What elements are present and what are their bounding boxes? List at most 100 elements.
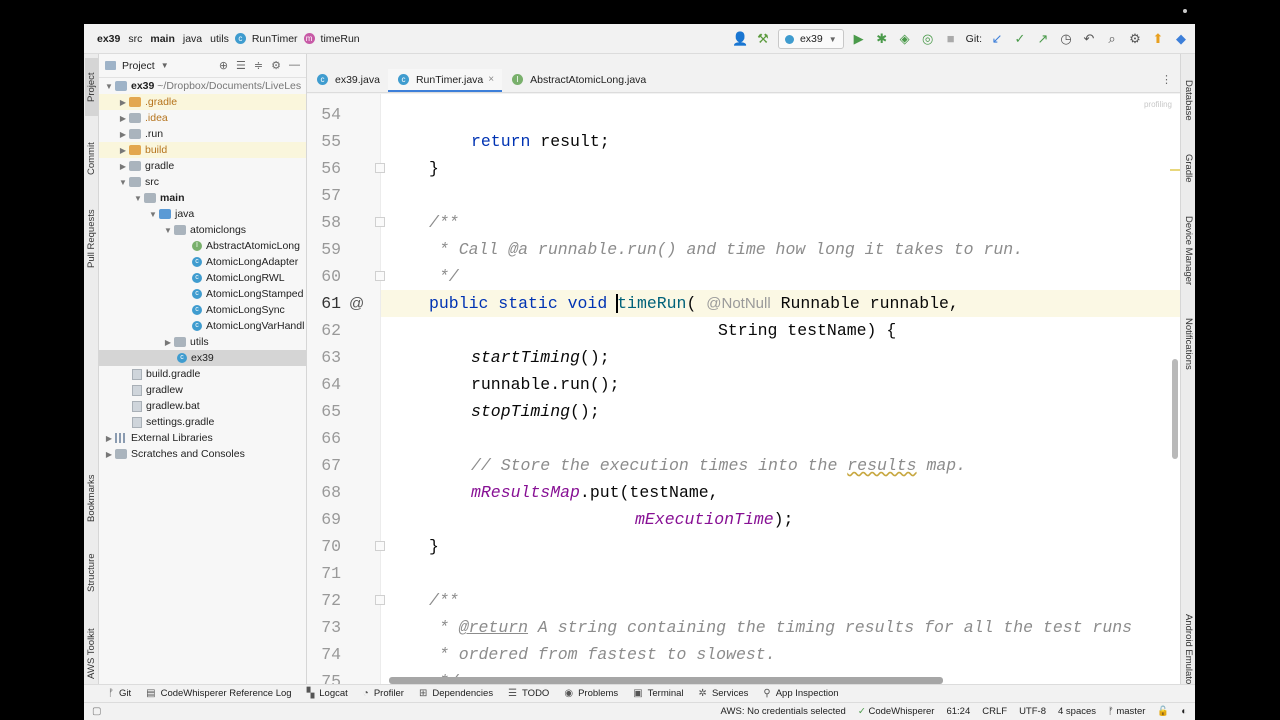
horizontal-scrollbar[interactable] xyxy=(389,677,943,684)
tool-tab-dependencies[interactable]: ⊞ Dependencies xyxy=(419,688,493,699)
search-icon[interactable]: ⌕ xyxy=(1104,29,1120,49)
tree-item[interactable]: ▶ .gradle xyxy=(99,94,306,110)
locate-icon[interactable]: ⊕ xyxy=(219,59,228,72)
hide-icon[interactable]: — xyxy=(289,59,300,72)
tree-item[interactable]: ▶ .idea xyxy=(99,110,306,126)
tree-item[interactable]: c AtomicLongStamped xyxy=(99,286,306,302)
code-editor[interactable]: profiling 54 55 56 57 58 59 60 61 62 63 … xyxy=(307,94,1180,684)
fold-marker[interactable] xyxy=(375,217,385,227)
cursor-position[interactable]: 61:24 xyxy=(946,706,970,717)
fold-marker[interactable] xyxy=(375,271,385,281)
library-icon xyxy=(115,433,127,443)
git-branch[interactable]: ᚠ master xyxy=(1108,706,1145,717)
expand-all-icon[interactable]: ☰ xyxy=(236,59,246,72)
tree-item[interactable]: I AbstractAtomicLong xyxy=(99,238,306,254)
tree-item[interactable]: ▶ gradle xyxy=(99,158,306,174)
breadcrumb-item[interactable]: ex39 xyxy=(93,33,124,45)
tree-item[interactable]: c AtomicLongAdapter xyxy=(99,254,306,270)
file-encoding[interactable]: UTF-8 xyxy=(1019,706,1046,717)
git-update-icon[interactable]: ↙ xyxy=(989,29,1005,49)
memory-icon[interactable]: ◐ xyxy=(1181,706,1187,717)
tree-item[interactable]: ▼ java xyxy=(99,206,306,222)
tool-tab-app-inspection[interactable]: ⚲ App Inspection xyxy=(763,688,838,699)
ai-assistant-icon[interactable]: ◆ xyxy=(1173,29,1189,49)
tool-tab-structure[interactable]: Structure xyxy=(85,540,98,606)
tree-item[interactable]: build.gradle xyxy=(99,366,306,382)
tree-item[interactable]: ▶ build xyxy=(99,142,306,158)
update-icon[interactable]: ⬆ xyxy=(1150,29,1166,49)
chevron-down-icon[interactable]: ▼ xyxy=(161,61,169,70)
annotation-gutter-icon[interactable]: @ xyxy=(349,290,364,317)
profile-icon[interactable]: ◎ xyxy=(920,29,936,49)
settings-icon[interactable]: ⚙ xyxy=(1127,29,1143,49)
tree-item[interactable]: ▼ src xyxy=(99,174,306,190)
tool-tab-commit[interactable]: Commit xyxy=(85,134,98,184)
run-icon[interactable]: ▶ xyxy=(851,29,867,49)
tree-item[interactable]: ▼ atomiclongs xyxy=(99,222,306,238)
close-icon[interactable]: × xyxy=(488,74,494,85)
tool-tab-logcat[interactable]: ▚ Logcat xyxy=(307,688,348,699)
vertical-scrollbar[interactable] xyxy=(1172,359,1178,459)
hammer-icon[interactable]: ⚒ xyxy=(755,29,771,49)
fold-marker[interactable] xyxy=(375,595,385,605)
tool-tab-codewhisperer-log[interactable]: ▤ CodeWhisperer Reference Log xyxy=(146,688,291,699)
tree-item[interactable]: c AtomicLongSync xyxy=(99,302,306,318)
fold-marker[interactable] xyxy=(375,163,385,173)
tool-tab-project[interactable]: Project xyxy=(85,58,98,116)
tool-tab-pull-requests[interactable]: Pull Requests xyxy=(85,196,98,282)
breadcrumb-item[interactable]: main xyxy=(146,33,179,45)
breadcrumb-item[interactable]: java xyxy=(179,33,206,45)
project-panel-title[interactable]: Project xyxy=(122,60,155,72)
fold-marker[interactable] xyxy=(375,541,385,551)
tab-abstractatomiclong-java[interactable]: I AbstractAtomicLong.java xyxy=(502,69,654,92)
git-push-icon[interactable]: ↗ xyxy=(1035,29,1051,49)
tool-tab-notifications[interactable]: Notifications xyxy=(1182,318,1195,398)
tree-item[interactable]: gradlew xyxy=(99,382,306,398)
tree-item[interactable]: gradlew.bat xyxy=(99,398,306,414)
tree-item[interactable]: c AtomicLongRWL xyxy=(99,270,306,286)
tool-tab-services[interactable]: ✲ Services xyxy=(699,688,749,699)
tool-tab-terminal[interactable]: ▣ Terminal xyxy=(633,688,683,699)
stop-icon[interactable]: ■ xyxy=(943,29,959,49)
tree-item[interactable]: settings.gradle xyxy=(99,414,306,430)
collapse-all-icon[interactable]: ≑ xyxy=(254,59,263,72)
gear-icon[interactable]: ⚙ xyxy=(271,59,281,72)
breadcrumb-item[interactable]: utils xyxy=(206,33,233,45)
tree-item[interactable]: ▶ Scratches and Consoles xyxy=(99,446,306,462)
tree-item[interactable]: ▶ .run xyxy=(99,126,306,142)
tree-root[interactable]: ▼ ex39 ~/Dropbox/Documents/LiveLes xyxy=(99,78,306,94)
breadcrumb-item[interactable]: timeRun xyxy=(317,33,364,45)
indent-setting[interactable]: 4 spaces xyxy=(1058,706,1096,717)
tool-tab-database[interactable]: Database xyxy=(1182,80,1195,140)
lock-icon[interactable]: 🔓 xyxy=(1157,706,1169,717)
codewhisperer-status[interactable]: ✓ CodeWhisperer xyxy=(858,706,935,717)
coverage-icon[interactable]: ◈ xyxy=(897,29,913,49)
user-icon[interactable]: 👤 xyxy=(732,29,748,49)
tool-tab-aws-toolkit[interactable]: AWS Toolkit xyxy=(85,614,98,694)
tool-tab-device-manager[interactable]: Device Manager xyxy=(1182,216,1195,306)
tree-item[interactable]: ▼ main xyxy=(99,190,306,206)
tree-item[interactable]: ▶ External Libraries xyxy=(99,430,306,446)
tool-tab-problems[interactable]: ◉ Problems xyxy=(564,688,618,699)
more-icon[interactable]: ⋮ xyxy=(1161,69,1180,92)
tab-runtimer-java[interactable]: c RunTimer.java × xyxy=(387,69,503,92)
tree-item[interactable]: ▶ utils xyxy=(99,334,306,350)
tool-tab-bookmarks[interactable]: Bookmarks xyxy=(85,464,98,532)
rollback-icon[interactable]: ↶ xyxy=(1081,29,1097,49)
git-commit-icon[interactable]: ✓ xyxy=(1012,29,1028,49)
debug-icon[interactable]: ✱ xyxy=(874,29,890,49)
aws-status[interactable]: AWS: No credentials selected xyxy=(721,706,846,717)
tool-tab-todo[interactable]: ☰ TODO xyxy=(508,688,549,699)
line-separator[interactable]: CRLF xyxy=(982,706,1007,717)
breadcrumb-item[interactable]: RunTimer xyxy=(248,33,302,45)
tab-ex39-java[interactable]: c ex39.java xyxy=(307,69,388,92)
history-icon[interactable]: ◷ xyxy=(1058,29,1074,49)
tool-tab-gradle[interactable]: Gradle xyxy=(1182,154,1195,204)
breadcrumb-item[interactable]: src xyxy=(124,33,146,45)
tree-item[interactable]: c AtomicLongVarHandl xyxy=(99,318,306,334)
run-config-select[interactable]: ex39 ▼ xyxy=(777,29,844,49)
tree-item[interactable]: c ex39 xyxy=(99,350,306,366)
tool-tab-git[interactable]: ᚠ Git xyxy=(108,688,131,699)
panel-toggle-icon[interactable]: ▢ xyxy=(84,706,101,717)
tool-tab-profiler[interactable]: ◔ Profiler xyxy=(363,688,404,699)
